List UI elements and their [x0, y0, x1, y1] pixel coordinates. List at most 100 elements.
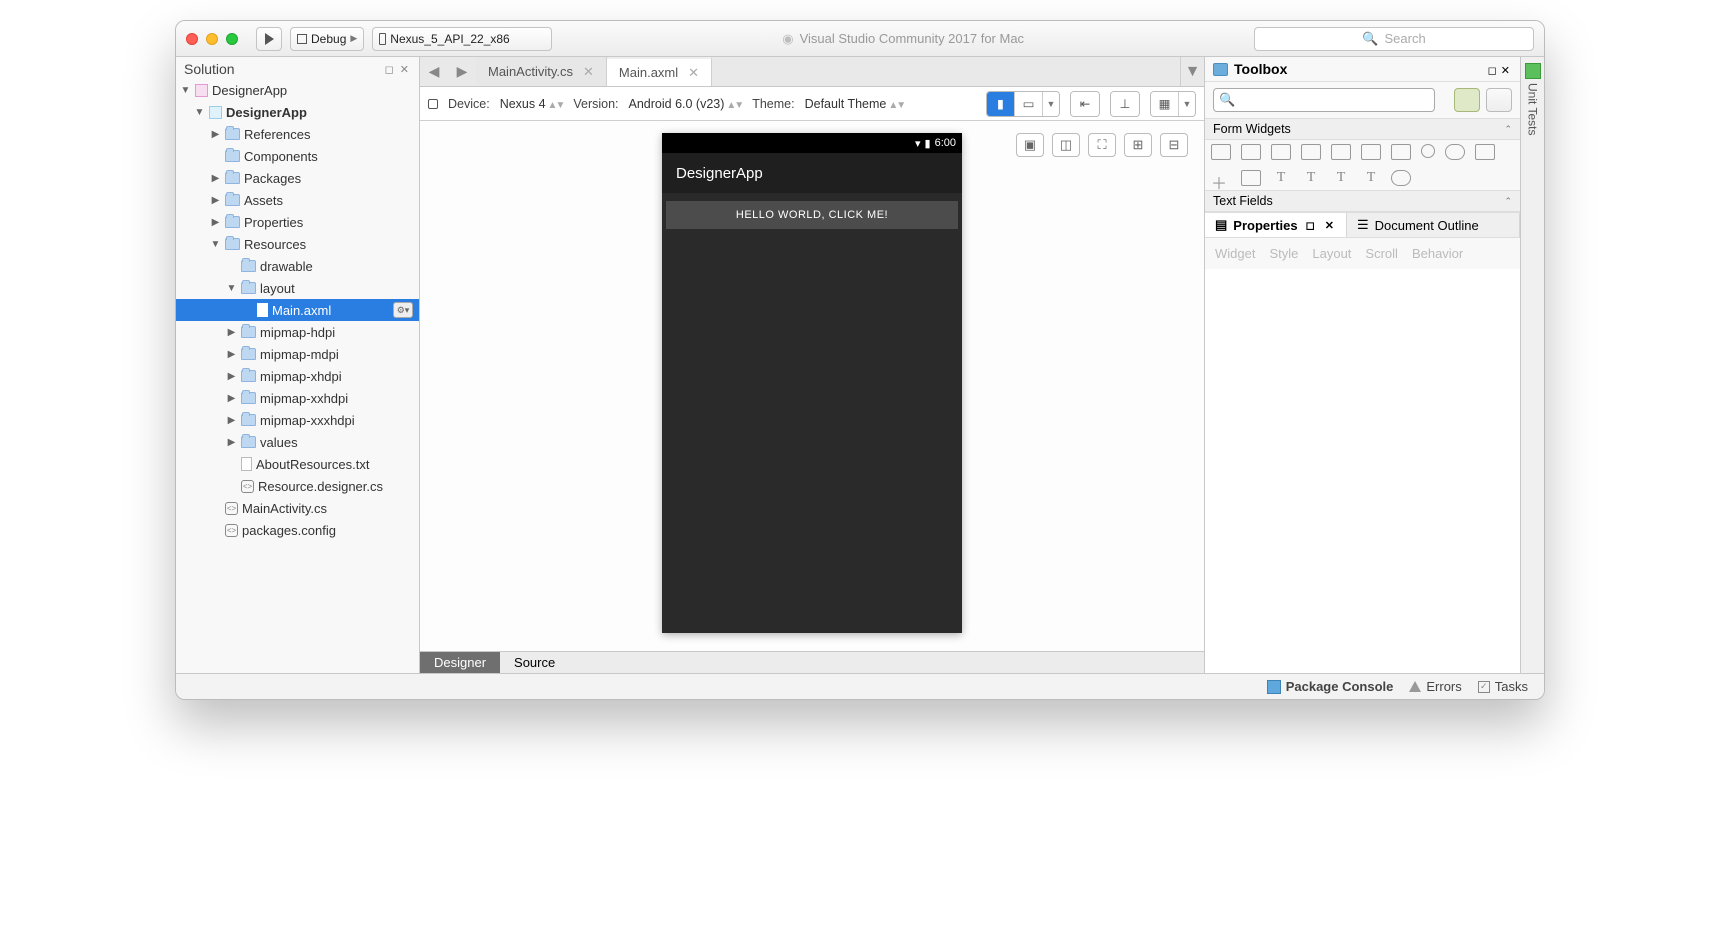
- view-dropdown[interactable]: ▼: [1179, 92, 1195, 116]
- widget-checkbox[interactable]: [1241, 144, 1261, 160]
- tree-resource-designer[interactable]: <>Resource.designer.cs: [176, 475, 419, 497]
- editor-tab-main-axml[interactable]: Main.axml✕: [607, 57, 712, 86]
- widget-plus[interactable]: ＋: [1211, 170, 1231, 186]
- project-node[interactable]: DesignerApp: [176, 101, 419, 123]
- cat-layout[interactable]: Layout: [1312, 246, 1351, 261]
- tree-main-activity[interactable]: <>MainActivity.cs: [176, 497, 419, 519]
- run-button[interactable]: [256, 27, 282, 51]
- toolbox-view-compact[interactable]: [1454, 88, 1480, 112]
- theme-selector[interactable]: Default Theme▲▼: [805, 97, 905, 111]
- designer-tab[interactable]: Designer: [420, 652, 500, 673]
- nav-forward-button[interactable]: ▶: [448, 57, 476, 86]
- grid-button[interactable]: ▦: [1151, 92, 1179, 116]
- tree-mipmap-xxhdpi[interactable]: mipmap-xxhdpi: [176, 387, 419, 409]
- close-window-button[interactable]: [186, 33, 198, 45]
- landscape-button[interactable]: ▭: [1015, 92, 1043, 116]
- tree-layout[interactable]: layout: [176, 277, 419, 299]
- portrait-button[interactable]: ▮: [987, 92, 1015, 116]
- tasks-button[interactable]: ✓ Tasks: [1478, 679, 1528, 694]
- widget-text-large[interactable]: T: [1271, 170, 1291, 186]
- tree-mipmap-mdpi[interactable]: mipmap-mdpi: [176, 343, 419, 365]
- widget-text-medium[interactable]: T: [1301, 170, 1321, 186]
- tree-mipmap-xxxhdpi[interactable]: mipmap-xxxhdpi: [176, 409, 419, 431]
- unit-tests-label[interactable]: Unit Tests: [1526, 83, 1540, 135]
- widget-switch[interactable]: [1445, 144, 1465, 160]
- widget-text-tiny[interactable]: T: [1361, 170, 1381, 186]
- canvas-tool-2[interactable]: ◫: [1052, 133, 1080, 157]
- package-console-button[interactable]: Package Console: [1267, 679, 1394, 694]
- tree-about-resources[interactable]: AboutResources.txt: [176, 453, 419, 475]
- section-form-widgets[interactable]: Form Widgets ⌃: [1205, 118, 1520, 140]
- property-categories: Widget Style Layout Scroll Behavior: [1205, 238, 1520, 269]
- cat-behavior[interactable]: Behavior: [1412, 246, 1463, 261]
- tree-values[interactable]: values: [176, 431, 419, 453]
- tree-main-axml[interactable]: Main.axml⚙▾: [176, 299, 419, 321]
- widget-progress-1[interactable]: [1301, 144, 1321, 160]
- close-icon[interactable]: ✕: [1323, 219, 1336, 232]
- tab-overflow-button[interactable]: ▼: [1180, 57, 1204, 86]
- widget-text-small[interactable]: T: [1331, 170, 1351, 186]
- pin-icon[interactable]: ◻: [1486, 65, 1499, 77]
- version-selector[interactable]: Android 6.0 (v23)▲▼: [629, 97, 743, 111]
- canvas-zoom-out[interactable]: ⊟: [1160, 133, 1188, 157]
- tree-packages[interactable]: Packages: [176, 167, 419, 189]
- settings-gear-icon[interactable]: ⚙▾: [393, 302, 413, 318]
- canvas-zoom-in[interactable]: ⊞: [1124, 133, 1152, 157]
- canvas-tool-1[interactable]: ▣: [1016, 133, 1044, 157]
- canvas-fullscreen[interactable]: ⛶: [1088, 133, 1116, 157]
- cat-style[interactable]: Style: [1269, 246, 1298, 261]
- widget-progress-2[interactable]: [1331, 144, 1351, 160]
- errors-button[interactable]: Errors: [1409, 679, 1461, 694]
- minimize-window-button[interactable]: [206, 33, 218, 45]
- toolbox-view-grid[interactable]: [1486, 88, 1512, 112]
- close-icon[interactable]: ✕: [398, 63, 411, 76]
- pin-icon[interactable]: ◻: [1304, 219, 1317, 232]
- orientation-dropdown[interactable]: ▼: [1043, 92, 1059, 116]
- close-tab-icon[interactable]: ✕: [688, 65, 699, 81]
- solution-root[interactable]: DesignerApp: [176, 79, 419, 101]
- cat-scroll[interactable]: Scroll: [1365, 246, 1398, 261]
- tree-references[interactable]: References: [176, 123, 419, 145]
- tree-resources[interactable]: Resources: [176, 233, 419, 255]
- widget-textbox[interactable]: [1241, 170, 1261, 186]
- tree-mipmap-hdpi[interactable]: mipmap-hdpi: [176, 321, 419, 343]
- target-selector[interactable]: Nexus_5_API_22_x86: [372, 27, 552, 51]
- close-tab-icon[interactable]: ✕: [583, 64, 594, 80]
- tree-properties[interactable]: Properties: [176, 211, 419, 233]
- product-title: ◉ Visual Studio Community 2017 for Mac: [560, 31, 1246, 47]
- tree-mipmap-xhdpi[interactable]: mipmap-xhdpi: [176, 365, 419, 387]
- properties-tab[interactable]: ▤ Properties ◻ ✕: [1205, 213, 1347, 237]
- nav-back-button[interactable]: ◀: [420, 57, 448, 86]
- editor-tab-mainactivity[interactable]: MainActivity.cs✕: [476, 57, 607, 86]
- widget-panel[interactable]: [1271, 144, 1291, 160]
- widget-toggle[interactable]: [1391, 170, 1411, 186]
- tree-components[interactable]: Components: [176, 145, 419, 167]
- outline-icon: ☰: [1357, 217, 1369, 233]
- widget-button[interactable]: [1211, 144, 1231, 160]
- widget-image[interactable]: [1475, 144, 1495, 160]
- widget-frame[interactable]: [1391, 144, 1411, 160]
- tree-assets[interactable]: Assets: [176, 189, 419, 211]
- design-canvas[interactable]: ▣ ◫ ⛶ ⊞ ⊟ ▾ ▮ 6:00 DesignerApp: [420, 121, 1204, 651]
- cat-widget[interactable]: Widget: [1215, 246, 1255, 261]
- source-tab[interactable]: Source: [500, 652, 569, 673]
- close-icon[interactable]: ✕: [1499, 65, 1512, 77]
- section-text-fields[interactable]: Text Fields ⌃: [1205, 190, 1520, 212]
- widget-progress-3[interactable]: [1361, 144, 1381, 160]
- device-selector[interactable]: Nexus 4▲▼: [500, 97, 564, 111]
- xml-file-icon: <>: [225, 524, 238, 537]
- toggle-button-1[interactable]: ⇤: [1071, 92, 1099, 116]
- hello-world-button[interactable]: HELLO WORLD, CLICK ME!: [666, 201, 958, 229]
- pin-icon[interactable]: ◻: [383, 63, 396, 76]
- toggle-button-2[interactable]: ⊥: [1111, 92, 1139, 116]
- unit-tests-icon[interactable]: [1525, 63, 1541, 79]
- document-outline-tab[interactable]: ☰ Document Outline: [1347, 213, 1520, 237]
- widget-radio[interactable]: [1421, 144, 1435, 158]
- global-search[interactable]: 🔍 Search: [1254, 27, 1534, 51]
- zoom-window-button[interactable]: [226, 33, 238, 45]
- toolbox-search-input[interactable]: [1213, 88, 1435, 112]
- solution-icon: [195, 84, 208, 97]
- tree-packages-config[interactable]: <>packages.config: [176, 519, 419, 541]
- tree-drawable[interactable]: drawable: [176, 255, 419, 277]
- configuration-selector[interactable]: Debug ▶: [290, 27, 364, 51]
